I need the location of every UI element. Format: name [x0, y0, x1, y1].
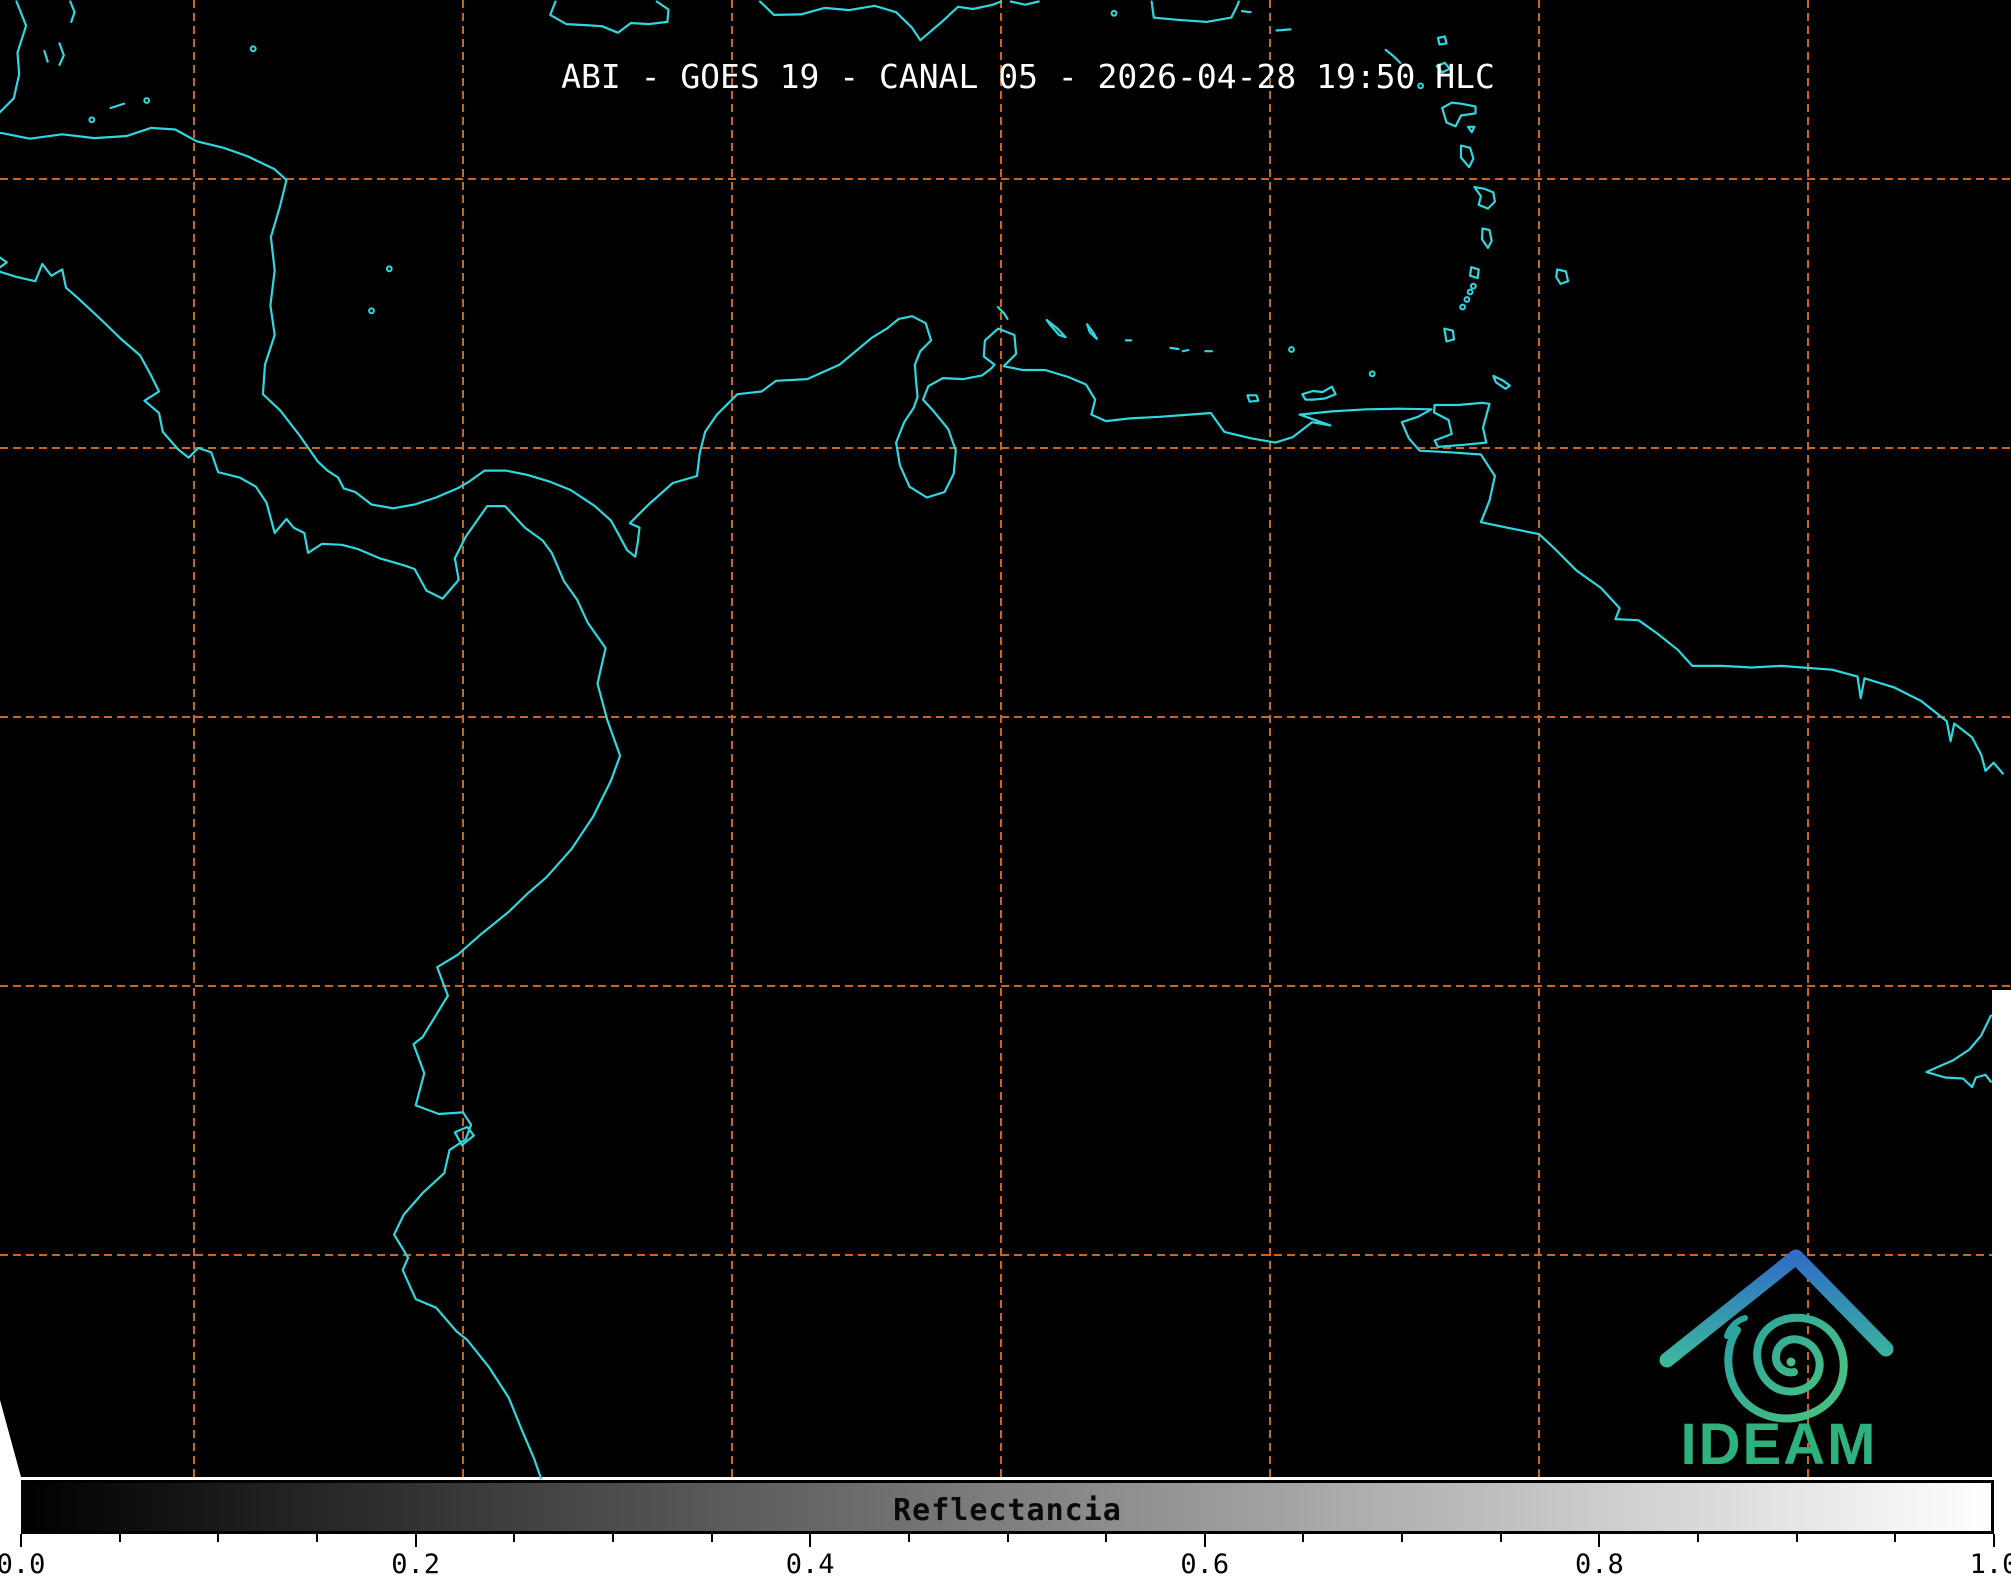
satellite-map: ABI - GOES 19 - CANAL 05 - 2026-04-28 19…: [0, 0, 2011, 1480]
colorbar-major-tick: [1203, 1534, 1206, 1547]
colorbar-major-tick: [809, 1534, 812, 1547]
colorbar-minor-tick: [315, 1534, 318, 1542]
colorbar-minor-tick: [1697, 1534, 1700, 1542]
colorbar-minor-tick: [907, 1534, 910, 1542]
colorbar-major-tick: [414, 1534, 417, 1547]
colorbar-major-tick: [20, 1534, 22, 1547]
logo-spiral-eye-icon: [1786, 1357, 1796, 1367]
colorbar-label: Reflectancia: [893, 1493, 1122, 1528]
colorbar-tick-label: 0.2: [391, 1549, 440, 1577]
colorbar-minor-tick: [513, 1534, 516, 1542]
colorbar-minor-tick: [710, 1534, 713, 1542]
colorbar-tick-label: 0.6: [1180, 1549, 1230, 1577]
colorbar-tick-label: 0.4: [785, 1549, 835, 1577]
colorbar-minor-tick: [118, 1534, 121, 1542]
map-title: ABI - GOES 19 - CANAL 05 - 2026-04-28 19…: [561, 57, 1495, 96]
colorbar-major-tick: [1598, 1534, 1601, 1547]
data-void-right: [1992, 990, 2011, 1477]
colorbar-tick-label: 0.8: [1575, 1549, 1624, 1577]
logo-wordmark: IDEAM: [1681, 1412, 1878, 1477]
colorbar-tick-label: 0.0: [0, 1549, 46, 1577]
colorbar-minor-tick: [1006, 1534, 1009, 1542]
colorbar-minor-tick: [1401, 1534, 1404, 1542]
colorbar-minor-tick: [217, 1534, 220, 1542]
colorbar-major-tick: [1993, 1534, 1995, 1547]
coastline-los-roques-a: [1169, 346, 1180, 351]
colorbar-minor-tick: [1894, 1534, 1897, 1542]
coastline-los-roques-b: [1181, 349, 1190, 353]
coastline-vieques: [1240, 10, 1252, 14]
colorbar-minor-tick: [1105, 1534, 1108, 1542]
colorbar-minor-tick: [611, 1534, 614, 1542]
satellite-image-viewport: ABI - GOES 19 - CANAL 05 - 2026-04-28 19…: [0, 0, 2011, 1577]
colorbar-minor-tick: [1499, 1534, 1502, 1542]
colorbar-minor-tick: [1795, 1534, 1798, 1542]
reflectance-colorbar: Reflectancia: [21, 1480, 1994, 1534]
coastline-st-croix: [1275, 28, 1292, 32]
colorbar-minor-tick: [1302, 1534, 1305, 1542]
colorbar-tick-label: 1.0: [1969, 1549, 2011, 1577]
